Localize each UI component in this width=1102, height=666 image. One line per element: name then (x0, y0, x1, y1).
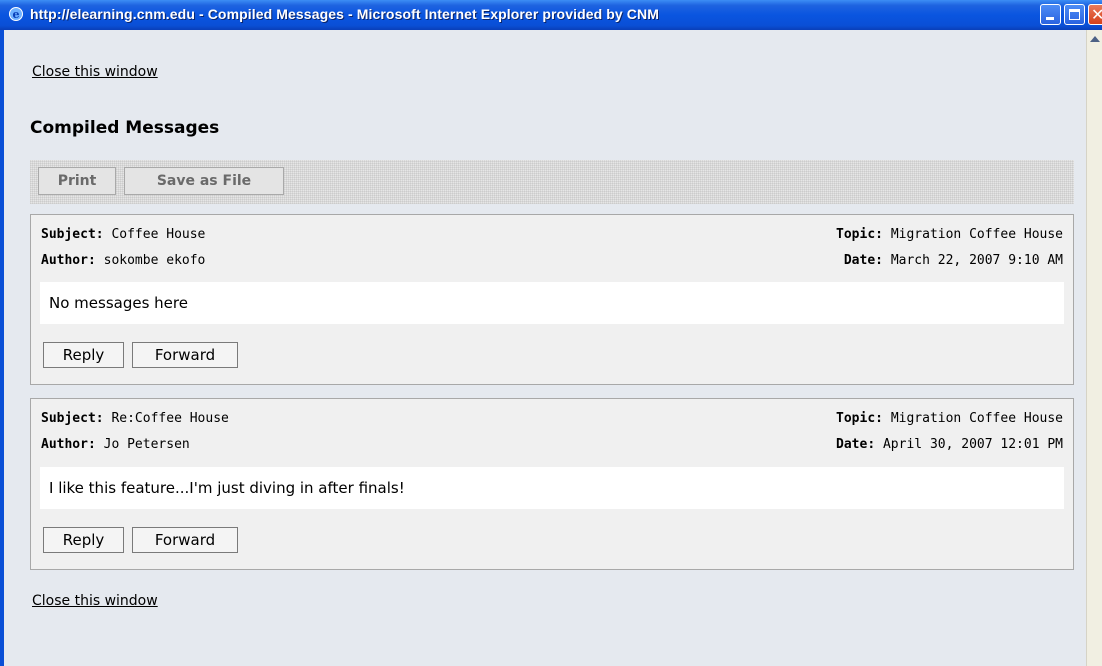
message-date: Date: March 22, 2007 9:10 AM (844, 253, 1063, 268)
message-card: Subject: Coffee House Author: sokombe ek… (30, 214, 1074, 385)
author-value: Jo Petersen (103, 437, 190, 452)
message-subject: Subject: Re:Coffee House (41, 411, 229, 426)
forward-button[interactable]: Forward (132, 342, 238, 368)
message-topic: Topic: Migration Coffee House (836, 411, 1063, 426)
message-author: Author: sokombe ekofo (41, 253, 205, 268)
reply-button[interactable]: Reply (43, 342, 124, 368)
close-window-link-top[interactable]: Close this window (32, 64, 158, 80)
close-icon: ✕ (1091, 5, 1102, 24)
vertical-scrollbar[interactable] (1086, 30, 1102, 666)
close-window-link-bottom[interactable]: Close this window (32, 593, 158, 609)
subject-label: Subject: (41, 411, 104, 426)
message-body: No messages here (40, 282, 1064, 324)
author-label: Author: (41, 437, 96, 452)
message-card: Subject: Re:Coffee House Author: Jo Pete… (30, 398, 1074, 570)
subject-value: Re:Coffee House (111, 411, 229, 426)
topic-label: Topic: (836, 411, 883, 426)
date-value: March 22, 2007 9:10 AM (890, 253, 1063, 268)
topic-label: Topic: (836, 227, 883, 242)
message-topic: Topic: Migration Coffee House (836, 227, 1063, 242)
page-title: Compiled Messages (30, 118, 220, 138)
subject-label: Subject: (41, 227, 104, 242)
author-value: sokombe ekofo (103, 253, 206, 268)
forward-button[interactable]: Forward (132, 527, 238, 553)
date-label: Date: (836, 437, 876, 452)
window-frame-left (0, 30, 12, 666)
date-value: April 30, 2007 12:01 PM (882, 437, 1063, 452)
scroll-up-icon[interactable] (1090, 36, 1100, 42)
message-subject: Subject: Coffee House (41, 227, 205, 242)
window-titlebar[interactable]: e http://elearning.cnm.edu - Compiled Me… (0, 0, 1102, 30)
message-body: I like this feature...I'm just diving in… (40, 467, 1064, 509)
minimize-icon (1046, 17, 1054, 20)
date-label: Date: (843, 253, 883, 268)
print-button[interactable]: Print (38, 167, 116, 195)
ie-icon: e (9, 7, 23, 21)
message-toolbar: Print Save as File (30, 160, 1074, 204)
topic-value: Migration Coffee House (890, 227, 1063, 242)
message-date: Date: April 30, 2007 12:01 PM (836, 437, 1063, 452)
reply-button[interactable]: Reply (43, 527, 124, 553)
close-window-button[interactable]: ✕ (1088, 4, 1102, 25)
author-label: Author: (41, 253, 96, 268)
maximize-icon (1069, 9, 1080, 20)
frame-edge (0, 30, 4, 666)
save-as-file-button[interactable]: Save as File (124, 167, 284, 195)
message-author: Author: Jo Petersen (41, 437, 190, 452)
subject-value: Coffee House (111, 227, 206, 242)
maximize-button[interactable] (1064, 4, 1085, 25)
topic-value: Migration Coffee House (890, 411, 1063, 426)
svg-text:e: e (13, 8, 20, 21)
window-title: http://elearning.cnm.edu - Compiled Mess… (30, 6, 659, 22)
minimize-button[interactable] (1040, 4, 1061, 25)
